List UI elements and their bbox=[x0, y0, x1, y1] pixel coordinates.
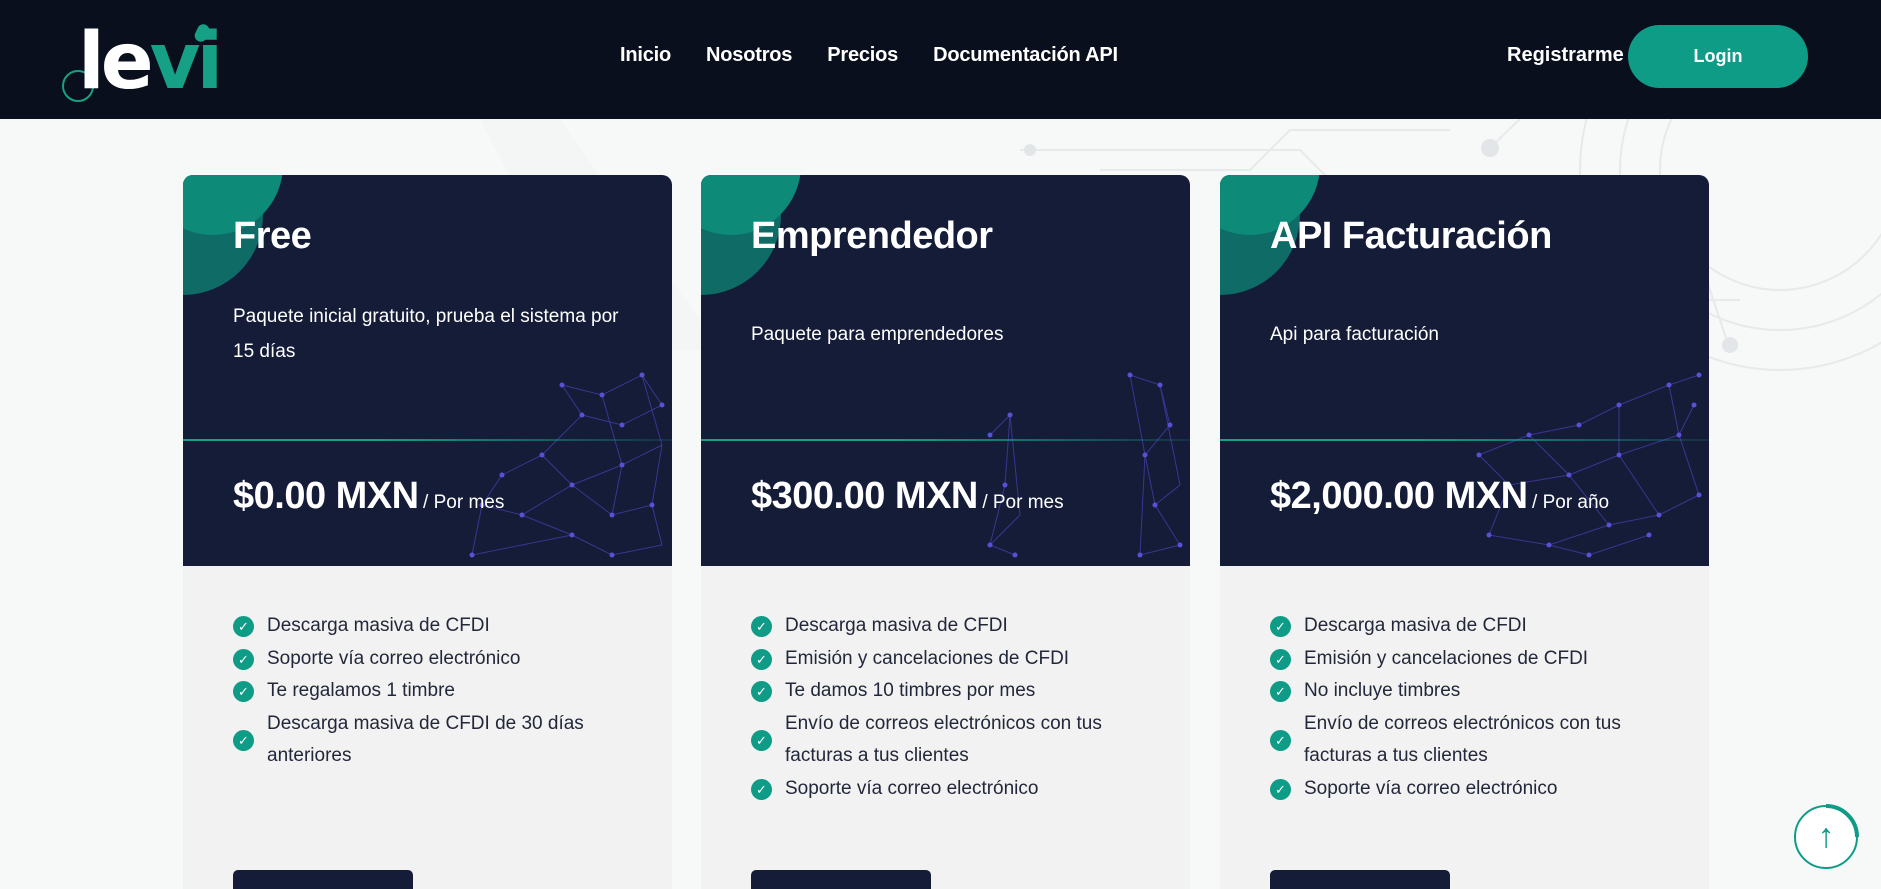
feature-item: ✓ Descarga masiva de CFDI bbox=[751, 610, 1161, 643]
feature-text: Te damos 10 timbres por mes bbox=[785, 680, 1036, 701]
price-period: / Por año bbox=[1532, 492, 1610, 513]
plan-price: $2,000.00 MXN / Por año bbox=[1270, 475, 1609, 518]
feature-text: Emisión y cancelaciones de CFDI bbox=[785, 647, 1070, 669]
feature-list: ✓ Descarga masiva de CFDI ✓ Emisión y canc… bbox=[1270, 610, 1680, 805]
check-circle-icon: ✓ bbox=[1270, 729, 1291, 751]
levi-logo[interactable]: levi bbox=[58, 17, 223, 108]
divider bbox=[183, 439, 672, 441]
feature-item: ✓ Descarga masiva de CFDI bbox=[233, 610, 643, 643]
check-circle-icon: ✓ bbox=[751, 681, 772, 702]
feature-list: ✓ Descarga masiva de CFDI ✓ Soporte vía co… bbox=[233, 610, 643, 773]
plan-select-button[interactable] bbox=[233, 870, 413, 889]
nav-precios[interactable]: Precios bbox=[827, 44, 898, 67]
feature-item: ✓ Soporte vía correo electrónico bbox=[233, 643, 643, 676]
check-circle-icon: ✓ bbox=[751, 648, 772, 670]
network-graphic bbox=[469, 372, 665, 558]
scroll-to-top-button[interactable]: ↑ bbox=[1794, 804, 1859, 869]
plan-description: Paquete inicial gratuito, prueba el sist… bbox=[233, 306, 619, 362]
plan-card-free: Free Paquete inicial gratuito, prueba el… bbox=[183, 175, 672, 889]
check-circle-icon: ✓ bbox=[233, 729, 254, 751]
check-circle-icon: ✓ bbox=[1270, 778, 1291, 800]
feature-text: Envío de correos electrónicos con tus fa… bbox=[1304, 712, 1621, 767]
feature-item: ✓ Descarga masiva de CFDI de 30 días ante… bbox=[233, 708, 643, 773]
feature-text: Descarga masiva de CFDI bbox=[785, 615, 1008, 636]
feature-item: ✓ Emisión y cancelaciones de CFDI bbox=[1270, 643, 1680, 676]
check-circle-icon: ✓ bbox=[751, 729, 772, 751]
plan-select-button[interactable] bbox=[751, 870, 931, 889]
feature-item: ✓ Envío de correos electrónicos con tus f… bbox=[751, 708, 1161, 773]
check-circle-icon: ✓ bbox=[233, 648, 254, 670]
feature-list: ✓ Descarga masiva de CFDI ✓ Emisión y canc… bbox=[751, 610, 1161, 805]
plan-title: Emprendedor bbox=[751, 215, 993, 257]
plan-description: Paquete para emprendedores bbox=[751, 324, 1004, 345]
network-graphic bbox=[987, 372, 1183, 558]
price-amount: $300.00 MXN bbox=[751, 475, 978, 517]
feature-item: ✓ Soporte vía correo electrónico bbox=[751, 773, 1161, 806]
feature-text: Soporte vía correo electrónico bbox=[267, 647, 521, 669]
feature-text: Soporte vía correo electrónico bbox=[1304, 777, 1558, 799]
feature-text: Descarga masiva de CFDI de 30 días anter… bbox=[267, 712, 584, 767]
arrow-up-icon: ↑ bbox=[1817, 817, 1835, 855]
divider bbox=[701, 439, 1190, 441]
check-circle-icon: ✓ bbox=[751, 778, 772, 800]
plan-card-api-facturacion: API Facturación Api para facturación $2,… bbox=[1220, 175, 1709, 889]
feature-item: ✓ No incluye timbres bbox=[1270, 675, 1680, 708]
price-period: / Por mes bbox=[423, 492, 505, 513]
plan-price: $300.00 MXN / Por mes bbox=[751, 475, 1064, 518]
logo-text-white: le bbox=[78, 17, 154, 107]
check-circle-icon: ✓ bbox=[233, 616, 254, 637]
check-circle-icon: ✓ bbox=[1270, 681, 1291, 702]
feature-item: ✓ Te damos 10 timbres por mes bbox=[751, 675, 1161, 708]
feature-text: Descarga masiva de CFDI bbox=[1304, 615, 1527, 636]
price-period: / Por mes bbox=[982, 492, 1064, 513]
check-circle-icon: ✓ bbox=[1270, 616, 1291, 637]
plan-title: Free bbox=[233, 215, 312, 257]
feature-text: No incluye timbres bbox=[1304, 680, 1461, 701]
register-link[interactable]: Registrarme bbox=[1507, 44, 1624, 67]
divider bbox=[1220, 439, 1709, 441]
plan-card-header: Free Paquete inicial gratuito, prueba el… bbox=[183, 175, 672, 566]
login-button[interactable]: Login bbox=[1628, 25, 1808, 88]
plan-price: $0.00 MXN / Por mes bbox=[233, 475, 504, 518]
network-graphic bbox=[1476, 372, 1702, 558]
plan-card-emprendedor: Emprendedor Paquete para emprendedores $… bbox=[701, 175, 1190, 889]
plan-description: Api para facturación bbox=[1270, 324, 1439, 345]
price-amount: $0.00 MXN bbox=[233, 475, 419, 517]
feature-text: Envío de correos electrónicos con tus fa… bbox=[785, 712, 1102, 767]
plan-card-header: Emprendedor Paquete para emprendedores $… bbox=[701, 175, 1190, 566]
nav-inicio[interactable]: Inicio bbox=[620, 44, 671, 67]
feature-text: Emisión y cancelaciones de CFDI bbox=[1304, 647, 1589, 669]
plan-title: API Facturación bbox=[1270, 215, 1552, 257]
check-circle-icon: ✓ bbox=[751, 616, 772, 637]
feature-item: ✓ Emisión y cancelaciones de CFDI bbox=[751, 643, 1161, 676]
plan-card-header: API Facturación Api para facturación $2,… bbox=[1220, 175, 1709, 566]
site-header: levi Inicio Nosotros Precios Documentaci… bbox=[0, 0, 1881, 119]
check-circle-icon: ✓ bbox=[1270, 648, 1291, 670]
price-amount: $2,000.00 MXN bbox=[1270, 475, 1528, 517]
plan-select-button[interactable] bbox=[1270, 870, 1450, 889]
feature-item: ✓ Soporte vía correo electrónico bbox=[1270, 773, 1680, 806]
nav-nosotros[interactable]: Nosotros bbox=[706, 44, 792, 67]
feature-item: ✓ Descarga masiva de CFDI bbox=[1270, 610, 1680, 643]
feature-text: Soporte vía correo electrónico bbox=[785, 777, 1039, 799]
feature-text: Descarga masiva de CFDI bbox=[267, 615, 490, 636]
check-circle-icon: ✓ bbox=[233, 681, 254, 702]
main-nav: Inicio Nosotros Precios Documentación AP… bbox=[620, 44, 1118, 67]
feature-item: ✓ Envío de correos electrónicos con tus f… bbox=[1270, 708, 1680, 773]
feature-item: ✓ Te regalamos 1 timbre bbox=[233, 675, 643, 708]
feature-text: Te regalamos 1 timbre bbox=[267, 680, 455, 701]
nav-documentacion-api[interactable]: Documentación API bbox=[933, 44, 1118, 67]
